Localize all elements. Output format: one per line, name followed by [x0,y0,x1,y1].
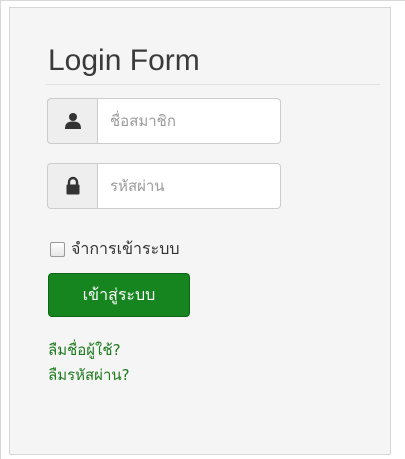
username-input[interactable] [97,98,281,144]
lock-icon [47,163,97,209]
password-input-group [47,163,281,209]
login-panel: Login Form จำการเข้าระบบ [9,7,391,455]
password-input[interactable] [97,163,281,209]
forgot-password-link[interactable]: ลืมรหัสผ่าน? [48,363,130,387]
login-button[interactable]: เข้าสู่ระบบ [48,273,190,317]
forgot-username-link[interactable]: ลืมชื่อผู้ใช้? [48,338,121,362]
title-divider [46,84,380,85]
user-icon [47,98,97,144]
username-input-group [47,98,281,144]
remember-me[interactable]: จำการเข้าระบบ [50,237,180,262]
form-title: Login Form [48,44,200,77]
remember-label: จำการเข้าระบบ [71,239,180,258]
window-frame: Login Form จำการเข้าระบบ [0,0,405,459]
remember-checkbox[interactable] [50,242,65,257]
